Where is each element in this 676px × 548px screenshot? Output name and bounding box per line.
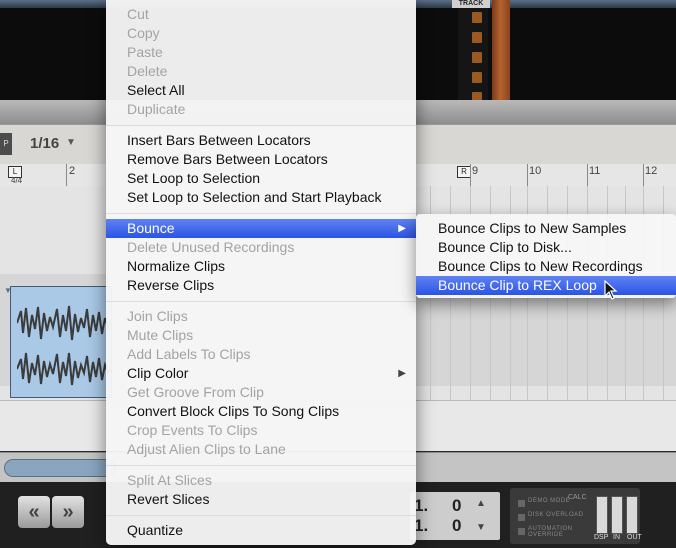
arrow-cursor-icon [604,280,618,300]
time-signature: 4/4 [11,176,23,185]
out-meter [626,496,638,534]
menu-separator [106,301,416,302]
meter-label: DSP [594,534,609,541]
bar-number: 2 [69,165,76,177]
menu-item-get-groove[interactable]: Get Groove From Clip [106,383,416,402]
menu-item-label: Clip Color [127,365,189,381]
menu-item-remove-bars[interactable]: Remove Bars Between Locators [106,150,416,169]
triangle-right-icon: ▶ [398,223,406,234]
menu-item-clip-color[interactable]: Clip Color ▶ [106,364,416,383]
meter-label: IN [613,534,620,541]
triangle-right-icon: ▶ [398,368,406,379]
menu-item-insert-bars[interactable]: Insert Bars Between Locators [106,131,416,150]
menu-separator [106,213,416,214]
sprocket-strip [458,8,488,103]
menu-item-mute-clips[interactable]: Mute Clips [106,326,416,345]
audio-clip[interactable] [10,286,112,398]
submenu-item-new-recordings[interactable]: Bounce Clips to New Recordings [416,257,676,276]
bar-number: 11 [589,165,601,177]
bar-number: 9 [472,165,479,177]
menu-item-set-loop-play[interactable]: Set Loop to Selection and Start Playback [106,188,416,207]
chevron-down-icon[interactable]: ▼ [66,137,76,148]
menu-item-convert-block[interactable]: Convert Block Clips To Song Clips [106,402,416,421]
dsp-meter [596,496,608,534]
waveform [17,305,111,341]
submenu-item-rex-loop[interactable]: Bounce Clip to REX Loop [416,276,676,295]
menu-separator [106,125,416,126]
menu-item-cut[interactable]: Cut [106,5,416,24]
menu-item-reverse[interactable]: Reverse Clips [106,276,416,295]
menu-item-label: Bounce [127,220,175,236]
stepper-down-icon[interactable]: ▼ [476,522,486,533]
position-bars: 1. [414,496,429,515]
menu-item-select-all[interactable]: Select All [106,81,416,100]
menu-item-quantize[interactable]: Quantize [106,521,416,540]
submenu-item-to-disk[interactable]: Bounce Clip to Disk... [416,238,676,257]
quantize-value[interactable]: 1/16 [30,135,59,152]
rewind-icon[interactable]: « [18,496,50,528]
menu-item-set-loop[interactable]: Set Loop to Selection [106,169,416,188]
position-beats: 1. [414,516,429,535]
calc-label: CALC [568,494,587,501]
bar-number: 10 [529,165,542,177]
menu-separator [106,465,416,466]
waveform [17,352,111,386]
menu-item-add-labels[interactable]: Add Labels To Clips [106,345,416,364]
submenu-item-new-samples[interactable]: Bounce Clips to New Samples [416,219,676,238]
p-button[interactable]: P [0,133,12,155]
in-meter [611,496,623,534]
bar-number: 12 [645,165,658,177]
status-indicators: DEMO MODE DISK OVERLOAD AUTOMATION OVERR… [516,494,600,538]
rack-wood-panel [492,0,510,102]
bounce-submenu: Bounce Clips to New Samples Bounce Clip … [416,214,676,298]
menu-item-paste[interactable]: Paste [106,43,416,62]
context-menu: Cut Copy Paste Delete Select All Duplica… [106,0,416,545]
position-value: 0 [452,516,462,535]
meter-label: OUT [627,534,642,541]
scroll-thumb[interactable] [4,459,116,477]
position-value: 0 [452,496,462,515]
menu-item-revert-slices[interactable]: Revert Slices [106,490,416,509]
status-panel: DEMO MODE DISK OVERLOAD AUTOMATION OVERR… [510,488,642,544]
menu-item-join-clips[interactable]: Join Clips [106,307,416,326]
menu-item-duplicate[interactable]: Duplicate [106,100,416,119]
right-locator[interactable]: R [457,166,471,178]
position-display: 1. 1. 0 0 ▲ ▼ [410,492,500,540]
menu-item-copy[interactable]: Copy [106,24,416,43]
status-label: DEMO MODE [528,498,571,504]
track-label: TRACK [452,0,490,8]
menu-item-adjust-alien[interactable]: Adjust Alien Clips to Lane [106,440,416,459]
menu-item-bounce[interactable]: Bounce ▶ [106,219,416,238]
menu-item-split-slices[interactable]: Split At Slices [106,471,416,490]
status-label: AUTOMATION OVERRIDE [528,526,573,538]
menu-item-delete-unused[interactable]: Delete Unused Recordings [106,238,416,257]
menu-item-crop-events[interactable]: Crop Events To Clips [106,421,416,440]
menu-separator [106,515,416,516]
fast-forward-icon[interactable]: » [52,496,84,528]
status-label: DISK OVERLOAD [528,512,584,518]
menu-item-normalize[interactable]: Normalize Clips [106,257,416,276]
menu-item-delete[interactable]: Delete [106,62,416,81]
stepper-up-icon[interactable]: ▲ [476,498,486,509]
